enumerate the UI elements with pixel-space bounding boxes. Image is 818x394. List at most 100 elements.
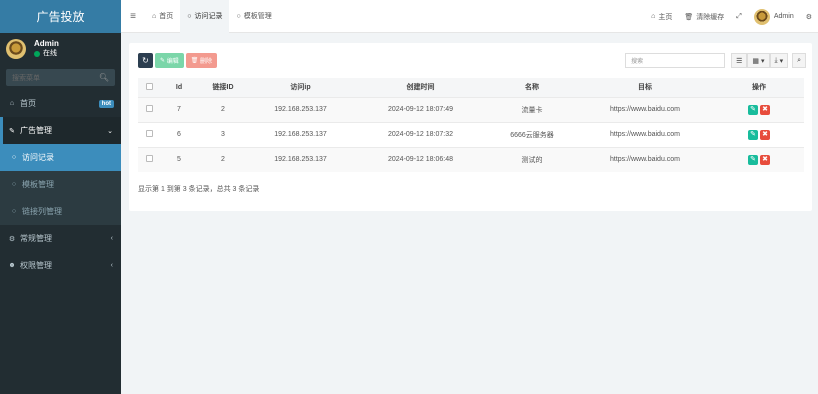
user-status: 在线 bbox=[34, 49, 59, 59]
caret-down-icon: ▾ bbox=[760, 57, 765, 65]
circle-icon: ○ bbox=[11, 181, 17, 188]
circle-icon: ○ bbox=[11, 154, 17, 161]
cell-ip: 192.168.253.137 bbox=[248, 146, 353, 172]
sidebar-item-link-list-manage[interactable]: ○ 链接列管理 bbox=[0, 198, 121, 225]
cell-target: https://www.baidu.com bbox=[576, 146, 714, 172]
chevron-down-icon: ⌄ bbox=[107, 127, 113, 135]
group-icon: ☻ bbox=[8, 262, 16, 269]
row-select-cell[interactable] bbox=[138, 121, 160, 147]
brand-logo[interactable]: 广告投放 bbox=[0, 0, 121, 33]
cell-actions: ✎ ✖ bbox=[714, 146, 804, 172]
user-panel: Admin 在线 bbox=[0, 33, 121, 65]
content-panel: ↻ ✎ 编辑 🗑︎ 删除 搜索 ☰ ▦ ▾ ⤓ ▾ ⌕ Id 链接ID 访问ip… bbox=[129, 43, 812, 211]
avatar bbox=[6, 39, 26, 59]
tab-label: 访问记录 bbox=[194, 13, 223, 20]
row-edit-button[interactable]: ✎ bbox=[748, 154, 758, 165]
menu-search-input[interactable]: 搜索菜单 🔍︎ bbox=[6, 69, 115, 86]
col-header[interactable]: 名称 bbox=[488, 78, 576, 97]
table-toolbar: ↻ ✎ 编辑 🗑︎ 删除 bbox=[138, 53, 218, 68]
col-header[interactable]: 访问ip bbox=[248, 78, 353, 97]
edit-button[interactable]: ✎ 编辑 bbox=[155, 53, 184, 68]
table-row[interactable]: 5 2 192.168.253.137 2024-09-12 18:06:48 … bbox=[138, 146, 804, 172]
trash-icon: 🗑︎ bbox=[190, 58, 199, 64]
row-delete-button[interactable]: ✖ bbox=[760, 104, 770, 115]
sidebar-item-visit-log[interactable]: ○ 访问记录 bbox=[0, 144, 121, 171]
chevron-left-icon: ‹ bbox=[110, 235, 113, 242]
table-search-placeholder: 搜索 bbox=[631, 59, 644, 65]
search-icon[interactable]: 🔍︎ bbox=[99, 73, 109, 82]
row-delete-button[interactable]: ✖ bbox=[760, 129, 770, 140]
sidebar-item-template-manage[interactable]: ○ 模板管理 bbox=[0, 171, 121, 198]
menu-search-placeholder: 搜索菜单 bbox=[12, 74, 40, 82]
select-all-cell[interactable] bbox=[138, 78, 160, 97]
sidebar: 广告投放 Admin 在线 搜索菜单 🔍︎ ⌂ 首页 hot ✎ 广告管理 ⌄ … bbox=[0, 0, 121, 394]
tab-template-manage[interactable]: ○ 模板管理 bbox=[229, 0, 278, 33]
home-link[interactable]: ⌂ 主页 bbox=[645, 12, 678, 22]
cell-id: 6 bbox=[160, 121, 198, 147]
cell-created: 2024-09-12 18:07:49 bbox=[353, 96, 488, 122]
tab-visit-log[interactable]: ○ 访问记录 bbox=[180, 0, 230, 33]
cell-actions: ✎ ✖ bbox=[714, 96, 804, 122]
cell-link-id: 2 bbox=[198, 146, 248, 172]
delete-button[interactable]: 🗑︎ 删除 bbox=[185, 53, 218, 68]
row-select-cell[interactable] bbox=[138, 96, 160, 122]
trash-icon: ✖ bbox=[762, 130, 768, 138]
sidebar-item-label: 首页 bbox=[20, 99, 36, 108]
clear-cache-button[interactable]: 🗑︎ 清除缓存 bbox=[678, 12, 730, 22]
trash-icon: 🗑︎ bbox=[684, 13, 694, 21]
select-all-checkbox[interactable] bbox=[145, 82, 153, 90]
common-search-button[interactable]: ⌕ bbox=[792, 53, 806, 68]
delete-button-label: 删除 bbox=[200, 59, 213, 65]
menu-toggle-icon[interactable]: ≡ bbox=[121, 11, 145, 22]
table-header-row: Id 链接ID 访问ip 创建时间 名称 目标 操作 bbox=[138, 78, 804, 97]
columns-button[interactable]: ▦ ▾ bbox=[747, 53, 770, 68]
table-row[interactable]: 6 3 192.168.253.137 2024-09-12 18:07:32 … bbox=[138, 121, 804, 147]
row-edit-button[interactable]: ✎ bbox=[748, 104, 758, 115]
row-edit-button[interactable]: ✎ bbox=[748, 129, 758, 140]
avatar bbox=[753, 8, 770, 25]
sidebar-item-permission-manage[interactable]: ☻ 权限管理 ‹ bbox=[0, 252, 121, 279]
circle-icon: ○ bbox=[11, 208, 17, 215]
sidebar-item-ad-manage[interactable]: ✎ 广告管理 ⌄ bbox=[0, 117, 121, 144]
cell-created: 2024-09-12 18:06:48 bbox=[353, 146, 488, 172]
tab-label: 模板管理 bbox=[243, 13, 272, 20]
tab-home[interactable]: ⌂ 首页 bbox=[145, 0, 180, 33]
search-icon: ⌕ bbox=[797, 56, 801, 64]
row-select-cell[interactable] bbox=[138, 146, 160, 172]
col-header[interactable]: Id bbox=[160, 78, 198, 97]
col-header[interactable]: 目标 bbox=[576, 78, 714, 97]
home-icon: ⌂ bbox=[9, 100, 15, 107]
user-menu-label: Admin bbox=[773, 13, 794, 20]
col-header[interactable]: 创建时间 bbox=[353, 78, 488, 97]
sidebar-item-label: 权限管理 bbox=[20, 261, 52, 270]
sidebar-item-label: 常规管理 bbox=[20, 234, 52, 243]
sidebar-item-label: 模板管理 bbox=[22, 180, 54, 189]
toggle-view-button[interactable]: ☰ bbox=[731, 53, 748, 68]
row-checkbox[interactable] bbox=[145, 105, 153, 112]
col-header[interactable]: 链接ID bbox=[198, 78, 248, 97]
pencil-icon: ✎ bbox=[160, 58, 166, 64]
table-row[interactable]: 7 2 192.168.253.137 2024-09-12 18:07:49 … bbox=[138, 96, 804, 122]
home-icon: ⌂ bbox=[651, 13, 656, 20]
circle-icon: ○ bbox=[236, 12, 241, 20]
export-button[interactable]: ⤓ ▾ bbox=[769, 53, 789, 68]
refresh-icon: ↻ bbox=[142, 56, 149, 65]
pencil-icon: ✎ bbox=[750, 130, 756, 138]
sidebar-item-home[interactable]: ⌂ 首页 hot bbox=[0, 90, 121, 117]
fullscreen-icon[interactable]: ⤢ bbox=[730, 13, 748, 21]
user-menu[interactable]: Admin bbox=[748, 8, 800, 25]
sidebar-item-general-manage[interactable]: ⚙ 常规管理 ‹ bbox=[0, 225, 121, 252]
table-search-input[interactable]: 搜索 bbox=[625, 53, 726, 68]
cell-id: 7 bbox=[160, 96, 198, 122]
row-checkbox[interactable] bbox=[145, 130, 153, 137]
refresh-button[interactable]: ↻ bbox=[138, 53, 153, 68]
gears-icon: ⚙ bbox=[8, 235, 16, 243]
edit-button-label: 编辑 bbox=[166, 59, 179, 65]
gears-icon[interactable]: ⚙ bbox=[800, 13, 818, 21]
row-delete-button[interactable]: ✖ bbox=[760, 154, 770, 165]
home-icon: ⌂ bbox=[152, 12, 157, 20]
cell-name: 流量卡 bbox=[488, 96, 576, 122]
pagination-info: 显示第 1 到第 3 条记录，总共 3 条记录 bbox=[138, 186, 260, 193]
sidebar-item-label: 访问记录 bbox=[22, 153, 54, 162]
row-checkbox[interactable] bbox=[145, 155, 153, 163]
